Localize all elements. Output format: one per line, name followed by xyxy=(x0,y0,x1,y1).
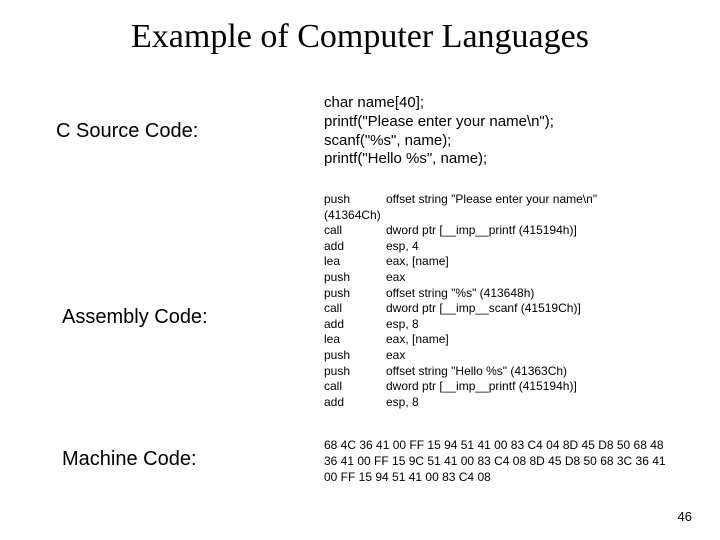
asm-operand: esp, 4 xyxy=(386,239,684,255)
c-source-code: char name[40]; printf("Please enter your… xyxy=(324,94,684,169)
asm-operand: esp, 8 xyxy=(386,317,684,333)
asm-operand: eax xyxy=(386,270,684,286)
asm-line: pushoffset string "Hello %s" (41363Ch) xyxy=(324,364,684,380)
asm-line: pusheax xyxy=(324,270,684,286)
asm-operand: eax, [name] xyxy=(386,254,684,270)
asm-line: calldword ptr [__imp__printf (415194h)] xyxy=(324,379,684,395)
asm-line: leaeax, [name] xyxy=(324,332,684,348)
page-number: 46 xyxy=(678,509,692,524)
asm-operand: eax xyxy=(386,348,684,364)
asm-operand: offset string "Hello %s" (41363Ch) xyxy=(386,364,684,380)
asm-operand: dword ptr [__imp__scanf (41519Ch)] xyxy=(386,301,684,317)
assembly-code: pushoffset string "Please enter your nam… xyxy=(324,192,684,410)
asm-operand: offset string "Please enter your name\n" xyxy=(386,192,684,208)
asm-opcode: push xyxy=(324,286,386,302)
asm-opcode: add xyxy=(324,395,386,411)
asm-opcode: push xyxy=(324,192,386,208)
asm-operand: eax, [name] xyxy=(386,332,684,348)
asm-opcode: push xyxy=(324,364,386,380)
asm-line: pushoffset string "Please enter your nam… xyxy=(324,192,684,208)
asm-line: addesp, 8 xyxy=(324,317,684,333)
asm-line: (41364Ch) xyxy=(324,208,684,224)
asm-opcode: call xyxy=(324,223,386,239)
asm-opcode: call xyxy=(324,301,386,317)
machine-code: 68 4C 36 41 00 FF 15 94 51 41 00 83 C4 0… xyxy=(324,437,674,486)
asm-operand: dword ptr [__imp__printf (415194h)] xyxy=(386,379,684,395)
asm-operand: esp, 8 xyxy=(386,395,684,411)
asm-line: addesp, 4 xyxy=(324,239,684,255)
asm-opcode: add xyxy=(324,239,386,255)
asm-operand: dword ptr [__imp__printf (415194h)] xyxy=(386,223,684,239)
asm-opcode: lea xyxy=(324,332,386,348)
asm-line: addesp, 8 xyxy=(324,395,684,411)
assembly-label: Assembly Code: xyxy=(62,306,208,329)
slide-title: Example of Computer Languages xyxy=(0,18,720,56)
asm-line: calldword ptr [__imp__printf (415194h)] xyxy=(324,223,684,239)
asm-line: pusheax xyxy=(324,348,684,364)
asm-line: calldword ptr [__imp__scanf (41519Ch)] xyxy=(324,301,684,317)
machine-code-label: Machine Code: xyxy=(62,448,197,471)
asm-operand: offset string "%s" (413648h) xyxy=(386,286,684,302)
slide: Example of Computer Languages C Source C… xyxy=(0,0,720,540)
asm-line: pushoffset string "%s" (413648h) xyxy=(324,286,684,302)
asm-opcode: lea xyxy=(324,254,386,270)
asm-opcode: push xyxy=(324,270,386,286)
asm-opcode: add xyxy=(324,317,386,333)
asm-line: leaeax, [name] xyxy=(324,254,684,270)
asm-opcode: push xyxy=(324,348,386,364)
c-source-label: C Source Code: xyxy=(56,120,198,143)
asm-opcode: call xyxy=(324,379,386,395)
